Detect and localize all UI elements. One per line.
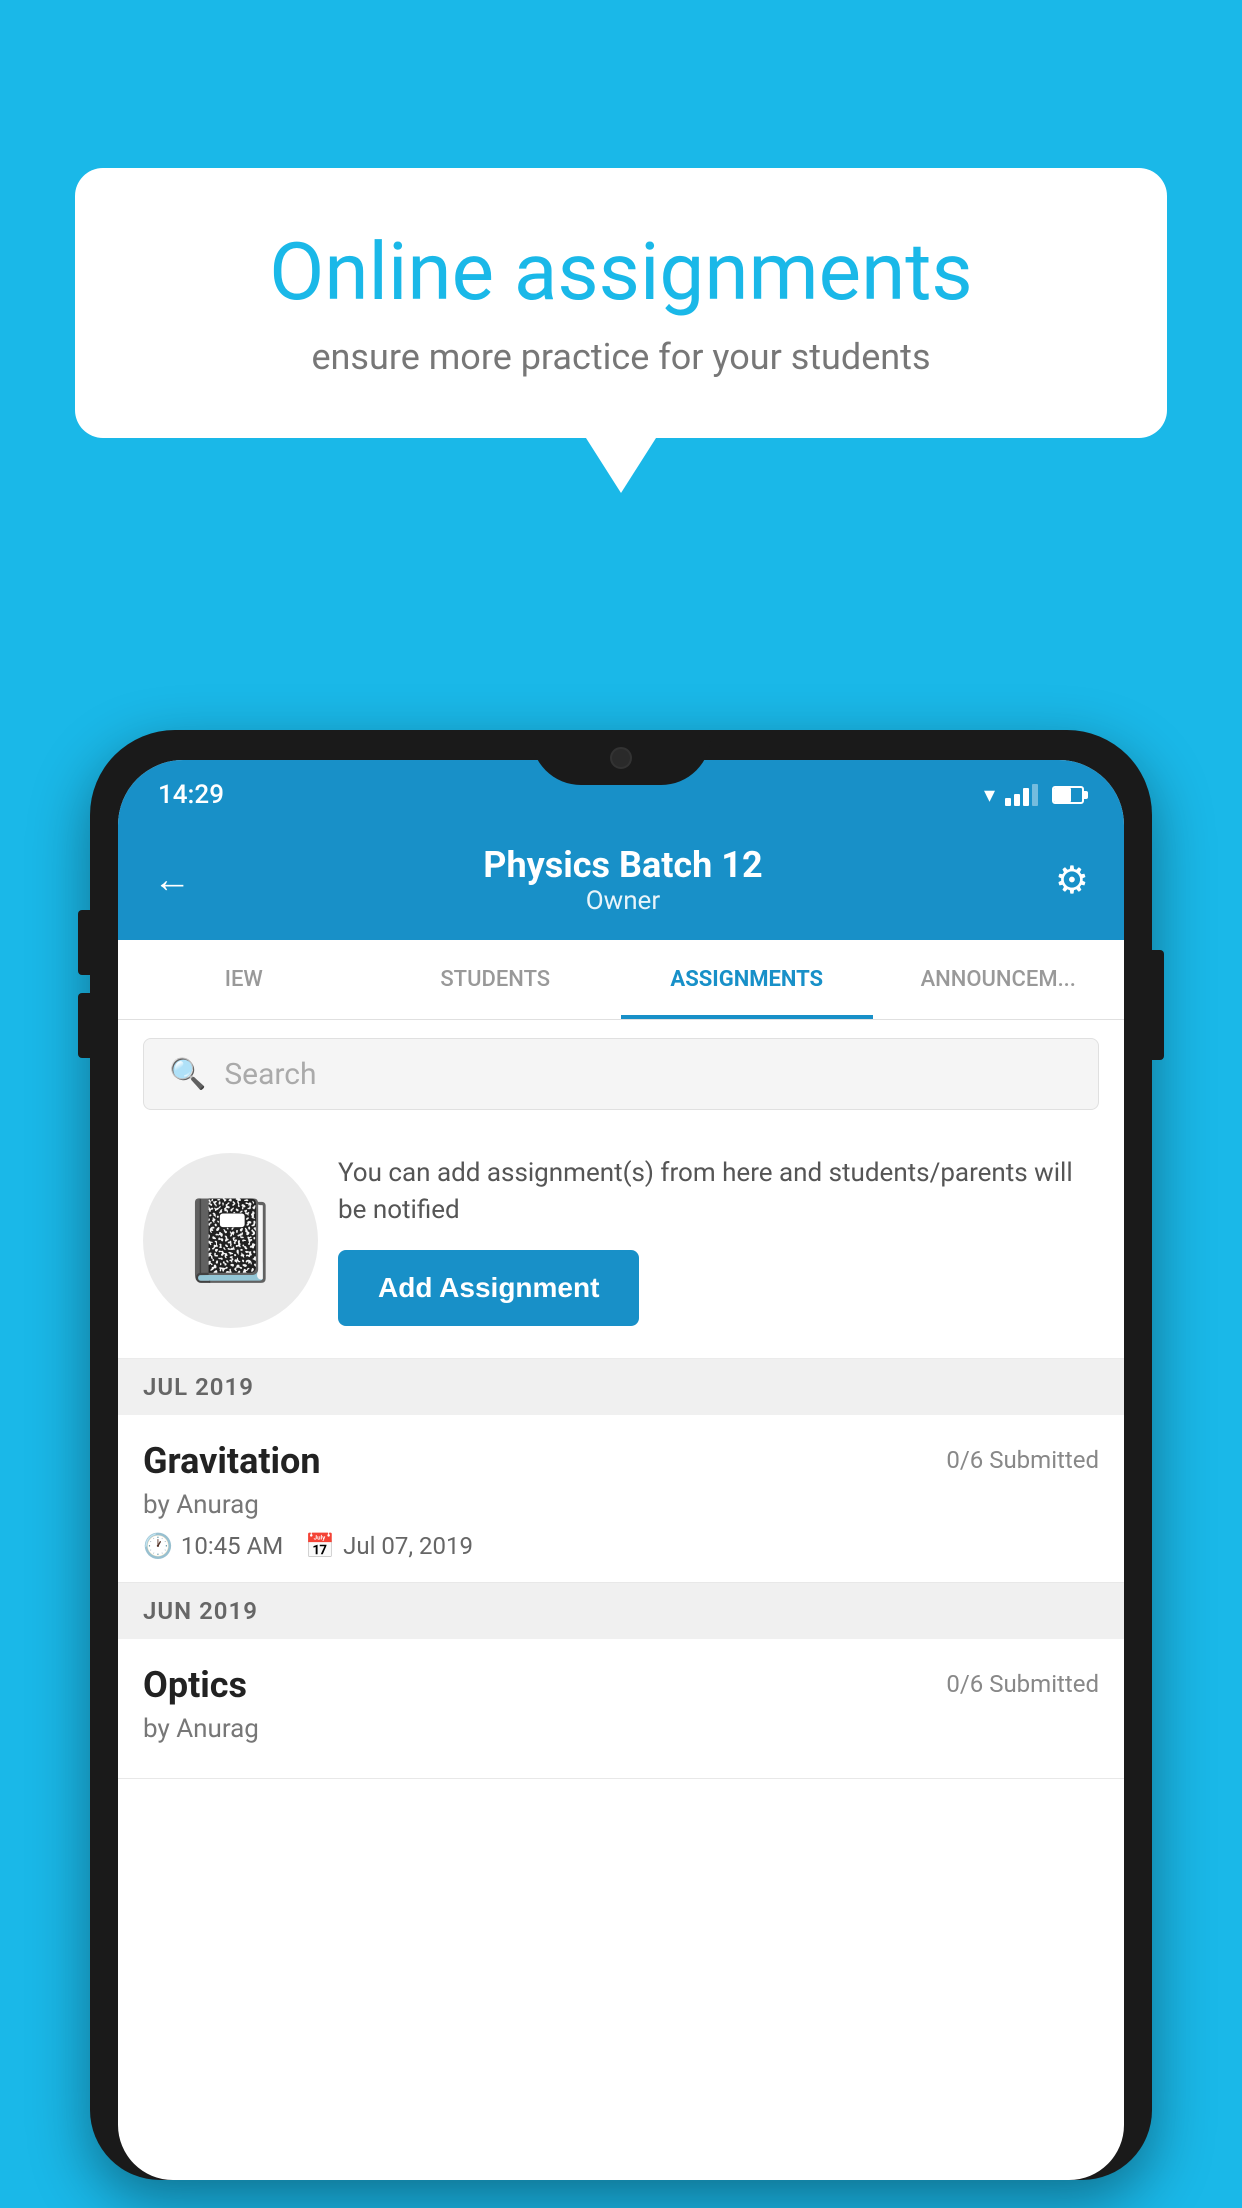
assignment-meta: 🕐 10:45 AM 📅 Jul 07, 2019: [143, 1532, 1099, 1560]
header-role: Owner: [191, 886, 1055, 916]
meta-time: 🕐 10:45 AM: [143, 1532, 283, 1560]
clock-icon: 🕐: [143, 1532, 173, 1560]
speech-bubble-subtitle: ensure more practice for your students: [135, 336, 1107, 378]
speech-bubble: Online assignments ensure more practice …: [75, 168, 1167, 438]
tabs-bar: IEW STUDENTS ASSIGNMENTS ANNOUNCEM...: [118, 940, 1124, 1020]
header-title-area: Physics Batch 12 Owner: [191, 844, 1055, 916]
signal-bar-3: [1023, 788, 1029, 806]
phone-camera: [610, 747, 632, 769]
assignment-time: 10:45 AM: [181, 1532, 283, 1560]
assignment-submitted: 0/6 Submitted: [946, 1446, 1099, 1474]
volume-down-button: [78, 993, 90, 1058]
signal-bars: [1005, 784, 1038, 806]
promo-icon-circle: 📓: [143, 1153, 318, 1328]
batch-title: Physics Batch 12: [191, 844, 1055, 886]
tab-iew[interactable]: IEW: [118, 940, 370, 1019]
assignment-item-gravitation[interactable]: Gravitation 0/6 Submitted by Anurag 🕐 10…: [118, 1415, 1124, 1583]
search-bar[interactable]: 🔍 Search: [143, 1038, 1099, 1110]
back-button[interactable]: ←: [153, 858, 191, 902]
tab-students[interactable]: STUDENTS: [370, 940, 622, 1019]
add-assignment-button[interactable]: Add Assignment: [338, 1250, 639, 1326]
volume-up-button: [78, 910, 90, 975]
assignment-item-top: Gravitation 0/6 Submitted: [143, 1440, 1099, 1482]
section-header-jul2019: JUL 2019: [118, 1359, 1124, 1415]
phone-outer: 14:29 ▾ ← Phys: [90, 730, 1152, 2180]
tab-announcements[interactable]: ANNOUNCEM...: [873, 940, 1125, 1019]
assignment-by: by Anurag: [143, 1490, 1099, 1520]
battery-icon: [1052, 786, 1084, 804]
speech-bubble-arrow: [586, 438, 656, 493]
search-container: 🔍 Search: [118, 1020, 1124, 1128]
wifi-icon: ▾: [984, 783, 995, 808]
calendar-icon: 📅: [305, 1532, 335, 1560]
power-button: [1152, 950, 1164, 1060]
app-header: ← Physics Batch 12 Owner ⚙: [118, 820, 1124, 940]
assignment-item-top-optics: Optics 0/6 Submitted: [143, 1664, 1099, 1706]
settings-icon[interactable]: ⚙: [1055, 858, 1089, 903]
phone-notch: [531, 730, 711, 785]
battery-fill: [1054, 788, 1071, 802]
assignment-name-optics: Optics: [143, 1664, 247, 1706]
search-icon: 🔍: [169, 1057, 206, 1092]
search-placeholder: Search: [224, 1057, 316, 1092]
speech-bubble-container: Online assignments ensure more practice …: [75, 168, 1167, 493]
tab-assignments[interactable]: ASSIGNMENTS: [621, 940, 873, 1019]
assignment-item-optics[interactable]: Optics 0/6 Submitted by Anurag: [118, 1639, 1124, 1779]
status-icons: ▾: [984, 783, 1084, 808]
signal-bar-2: [1014, 794, 1020, 806]
add-assignment-promo: 📓 You can add assignment(s) from here an…: [118, 1128, 1124, 1359]
meta-date: 📅 Jul 07, 2019: [305, 1532, 473, 1560]
section-header-jun2019: JUN 2019: [118, 1583, 1124, 1639]
assignment-submitted-optics: 0/6 Submitted: [946, 1670, 1099, 1698]
assignment-by-optics: by Anurag: [143, 1714, 1099, 1744]
assignment-name: Gravitation: [143, 1440, 321, 1482]
phone-wrapper: 14:29 ▾ ← Phys: [90, 730, 1152, 2208]
signal-bar-1: [1005, 798, 1011, 806]
promo-right: You can add assignment(s) from here and …: [338, 1155, 1099, 1326]
signal-bar-4: [1032, 784, 1038, 806]
phone-screen: 14:29 ▾ ← Phys: [118, 760, 1124, 2180]
status-time: 14:29: [158, 780, 224, 810]
assignment-date: Jul 07, 2019: [343, 1532, 473, 1560]
promo-text: You can add assignment(s) from here and …: [338, 1155, 1099, 1228]
notebook-icon: 📓: [181, 1194, 281, 1288]
speech-bubble-title: Online assignments: [135, 228, 1107, 316]
volume-buttons: [78, 910, 90, 1058]
